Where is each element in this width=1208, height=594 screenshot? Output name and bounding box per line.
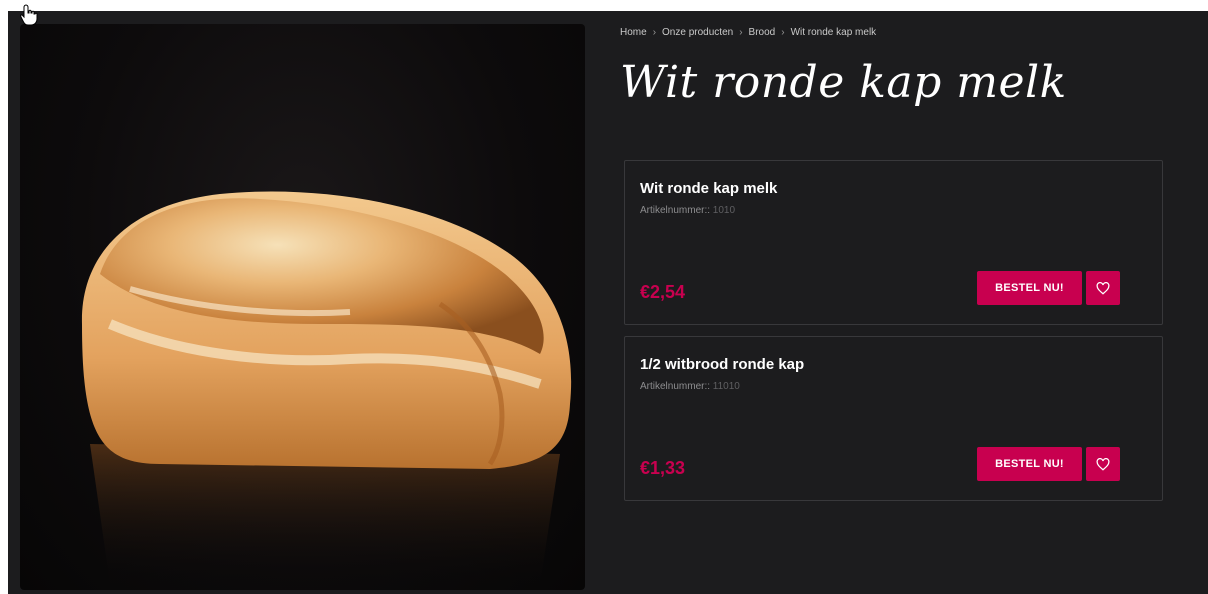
product-name: 1/2 witbrood ronde kap (640, 356, 805, 373)
product-card: 1/2 witbrood ronde kap Artikelnummer:: 1… (624, 336, 1163, 501)
product-price: €2,54 (640, 282, 686, 302)
product-sku: Artikelnummer:: 11010 (640, 381, 740, 392)
order-button[interactable]: BESTEL NU! (977, 447, 1082, 481)
heart-icon (1096, 457, 1110, 471)
product-card: Wit ronde kap melk Artikelnummer:: 1010 … (624, 160, 1163, 325)
breadcrumb-products[interactable]: Onze producten (662, 27, 733, 38)
sku-label: Artikelnummer:: (640, 205, 711, 216)
breadcrumb-brood[interactable]: Brood (749, 27, 776, 38)
product-image (20, 24, 585, 590)
sku-label: Artikelnummer:: (640, 381, 711, 392)
breadcrumb-home[interactable]: Home (620, 27, 647, 38)
breadcrumb: Home › Onze producten › Brood › Wit ronde kap … (620, 27, 876, 38)
breadcrumb-separator: › (739, 27, 743, 38)
sku-number: 11010 (712, 381, 740, 392)
product-name: Wit ronde kap melk (640, 180, 778, 197)
page-title: Wit ronde kap melk (620, 57, 1067, 108)
product-sku: Artikelnummer:: 1010 (640, 205, 735, 216)
sku-number: 1010 (712, 205, 736, 216)
product-page: Home › Onze producten › Brood › Wit ronde kap … (8, 11, 1208, 594)
breadcrumb-separator: › (652, 27, 657, 38)
breadcrumb-separator: › (781, 27, 785, 38)
order-button[interactable]: BESTEL NU! (977, 271, 1082, 305)
favorite-button[interactable] (1086, 271, 1120, 305)
hand-cursor-icon (20, 4, 38, 26)
breadcrumb-current: Wit ronde kap melk (790, 27, 877, 38)
product-price: €1,33 (640, 458, 686, 478)
heart-icon (1096, 281, 1110, 295)
favorite-button[interactable] (1086, 447, 1120, 481)
